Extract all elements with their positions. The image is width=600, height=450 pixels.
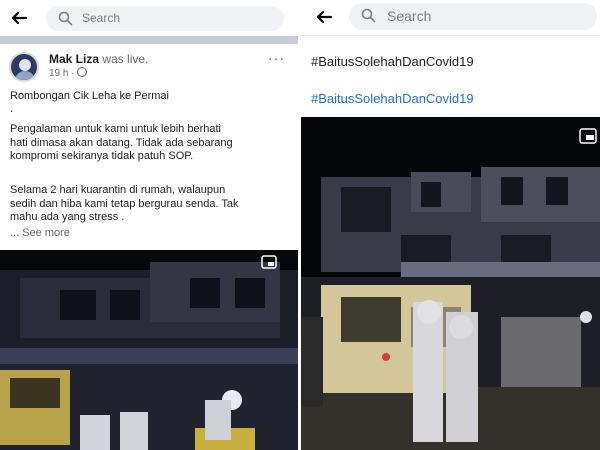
post-meta: 19 h · — [49, 67, 87, 79]
live-video[interactable] — [0, 250, 298, 450]
back-arrow-icon[interactable] — [10, 9, 28, 27]
post-text-line: Selama 2 hari kuarantin di rumah, walaup… — [10, 184, 226, 196]
post-text-line: Pengalaman untuk kami untuk lebih berhat… — [10, 123, 221, 135]
post-text-line: Rombongan Cik Leha ke Permai — [10, 90, 169, 102]
globe-icon — [76, 67, 87, 77]
video-frame — [0, 250, 298, 450]
post-text-line: kompromi sekiranya tidak patuh SOP. — [10, 150, 194, 162]
more-options-icon[interactable]: ··· — [268, 50, 285, 66]
avatar[interactable] — [9, 52, 39, 82]
video-frame — [301, 117, 600, 450]
live-video[interactable] — [301, 117, 600, 450]
post-time[interactable]: 19 h · — [49, 68, 75, 79]
search-icon — [58, 11, 73, 26]
post-text-line: sedih dan hiba kami tetap bergurau senda… — [10, 197, 239, 210]
hashtag-text: #BaitusSolehahDanCovid19 — [311, 54, 474, 69]
left-screenshot-panel: Search Mak Liza was live. 19 h · ··· Rom… — [0, 0, 298, 450]
right-screenshot-panel: Search #BaitusSolehahDanCovid19 #BaitusS… — [301, 0, 600, 450]
post-text-line: mahu ada yang stress . — [10, 211, 125, 223]
top-bar: Search — [0, 0, 298, 36]
top-bar: Search — [301, 0, 600, 36]
post-card: Mak Liza was live. 19 h · ··· Rombongan … — [0, 44, 298, 250]
search-input[interactable]: Search — [46, 6, 284, 31]
post-text-line: hati dimasa akan datang. Tidak ada sebar… — [10, 136, 233, 149]
feed-gap — [0, 36, 298, 44]
post-author: Mak Liza was live. — [49, 52, 148, 66]
author-action: was live. — [102, 52, 149, 66]
search-placeholder: Search — [387, 8, 432, 24]
post-text-line: . — [10, 103, 14, 115]
author-name[interactable]: Mak Liza — [49, 52, 99, 66]
hashtag-link[interactable]: #BaitusSolehahDanCovid19 — [311, 91, 474, 106]
search-icon — [361, 8, 376, 23]
back-arrow-icon[interactable] — [315, 8, 333, 26]
see-more-link[interactable]: ... See more — [10, 227, 70, 239]
search-input[interactable]: Search — [349, 3, 597, 30]
search-placeholder: Search — [82, 11, 121, 25]
